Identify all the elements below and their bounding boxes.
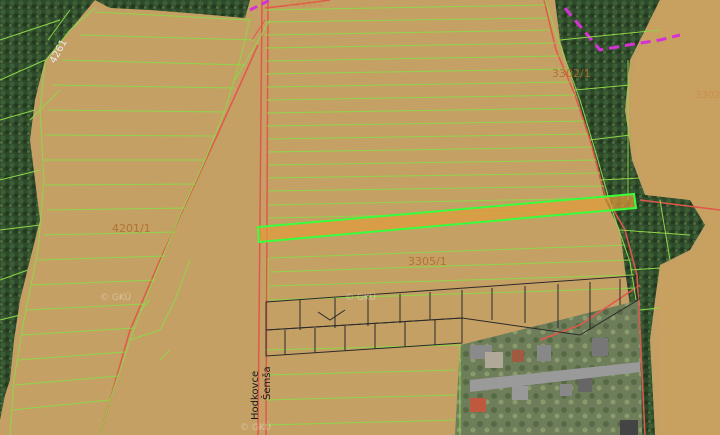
map-canvas: 4201/1 3305/1 3302/1 3305/1 3302/2 4261 … [0, 0, 720, 435]
parcel-label-west: 4201/1 [112, 222, 151, 235]
parcel-label-east: 3305/1 [408, 255, 447, 268]
parcel-label-top: 3305/1 [288, 0, 323, 9]
parcel-label-north: 3302/1 [552, 67, 591, 80]
cadastral-map[interactable]: 4201/1 3305/1 3302/1 3305/1 3302/2 4261 … [0, 0, 720, 435]
watermark: © GKÚ [240, 421, 271, 433]
watermark: © GKÚ [100, 291, 131, 303]
parcel-label-far-east: 3302/2 [695, 90, 720, 101]
boundary-label-hodkovce: Hodkovce [250, 371, 261, 420]
watermark: © GKÚ [345, 291, 376, 303]
boundary-label-semsa: Šemša [260, 366, 273, 400]
